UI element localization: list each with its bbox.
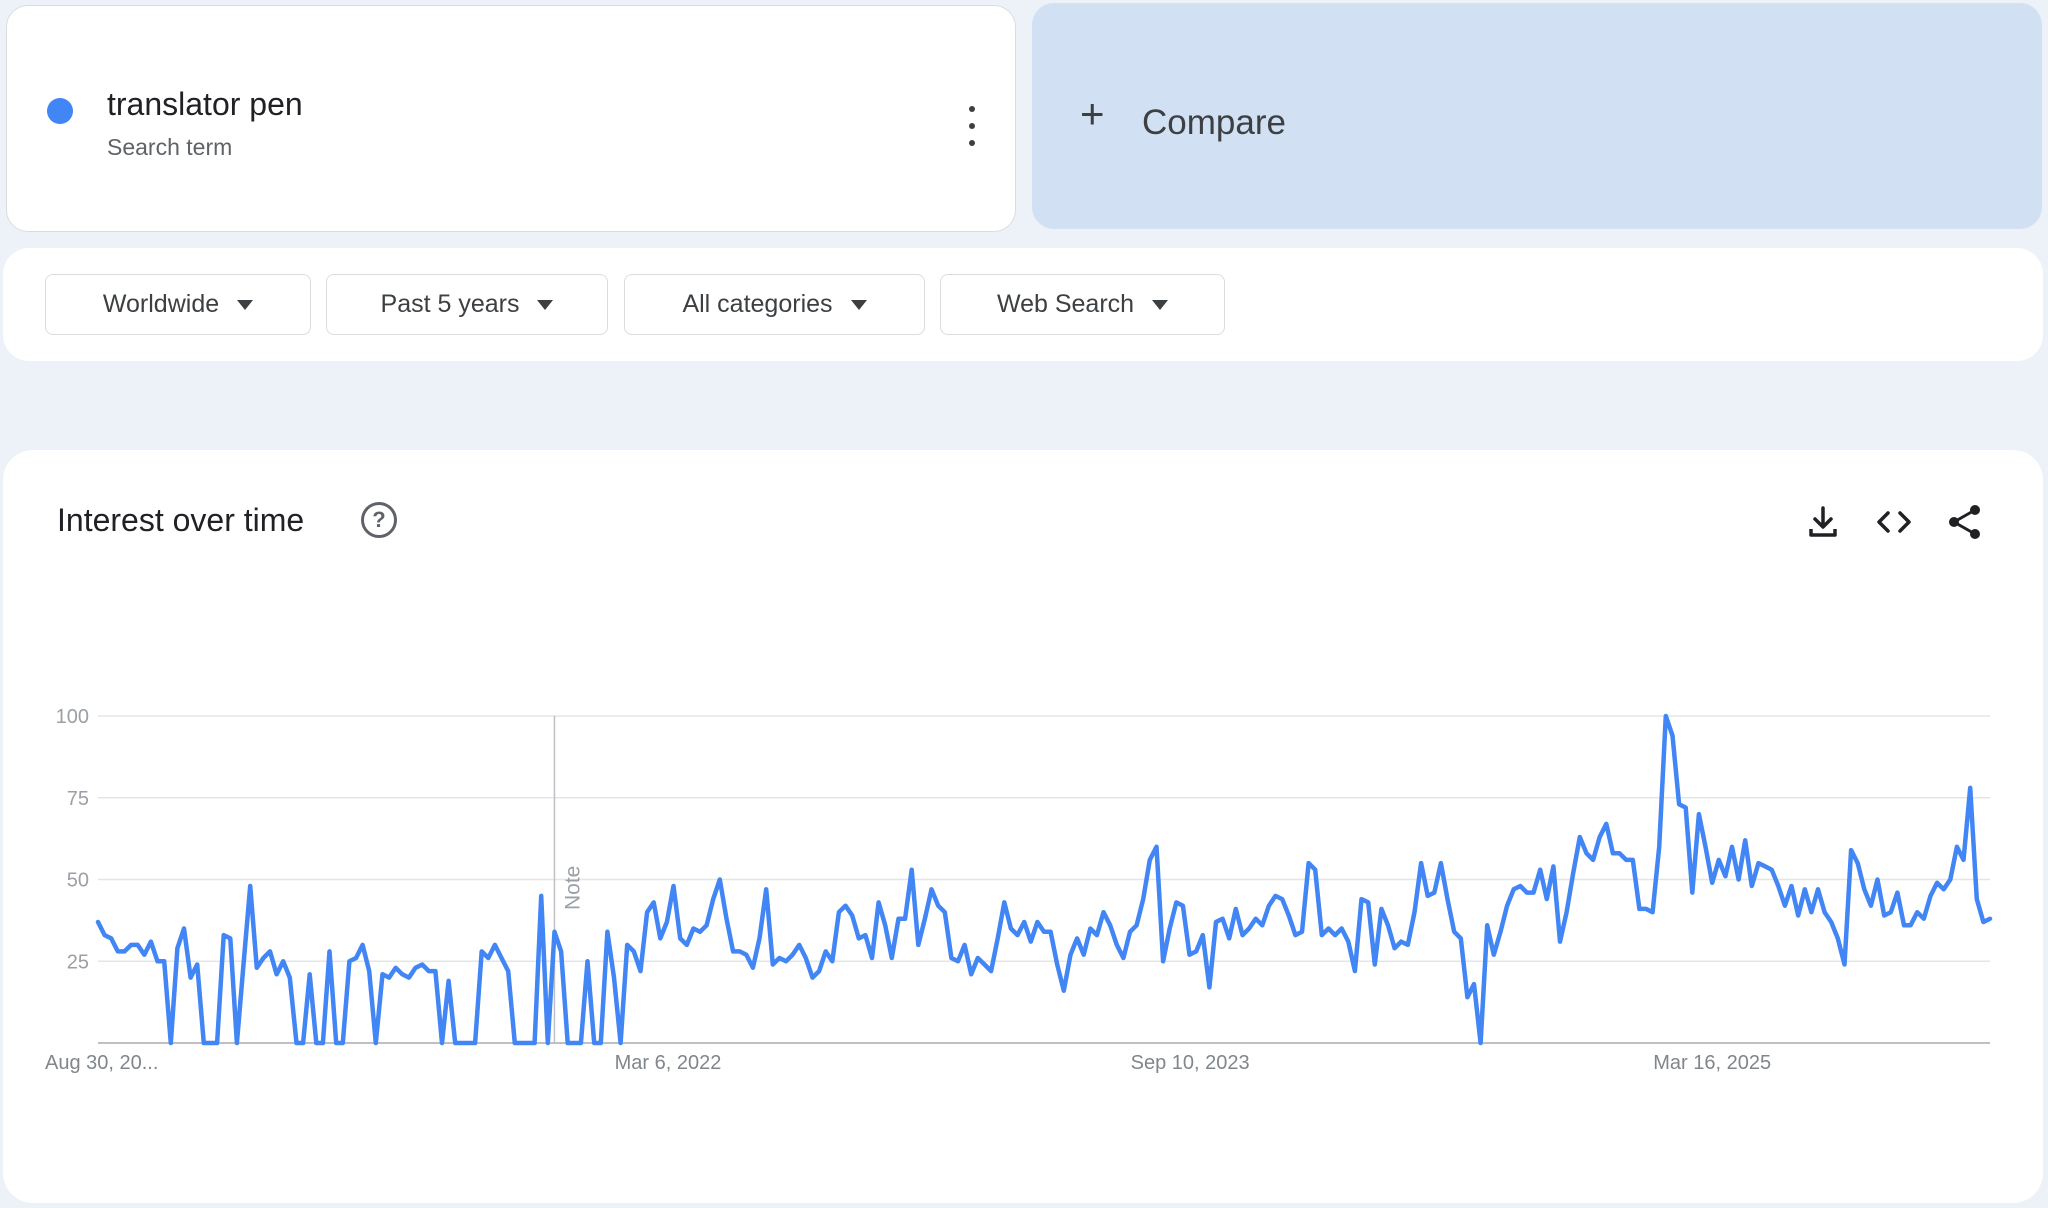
note-marker-label: Note xyxy=(561,866,584,910)
y-tick-label: 75 xyxy=(67,788,89,810)
y-tick-label: 100 xyxy=(56,706,89,728)
x-tick-label: Mar 16, 2025 xyxy=(1653,1052,1771,1074)
x-tick-label: Aug 30, 20... xyxy=(45,1052,158,1074)
x-tick-label: Mar 6, 2022 xyxy=(615,1052,722,1074)
y-tick-label: 25 xyxy=(67,951,89,973)
x-tick-label: Sep 10, 2023 xyxy=(1131,1052,1250,1074)
y-tick-label: 50 xyxy=(67,870,89,892)
interest-line-chart: 25 50 75 100 Note Aug 30, 20... Mar 6, 2022 Sep… xyxy=(45,706,1993,1074)
